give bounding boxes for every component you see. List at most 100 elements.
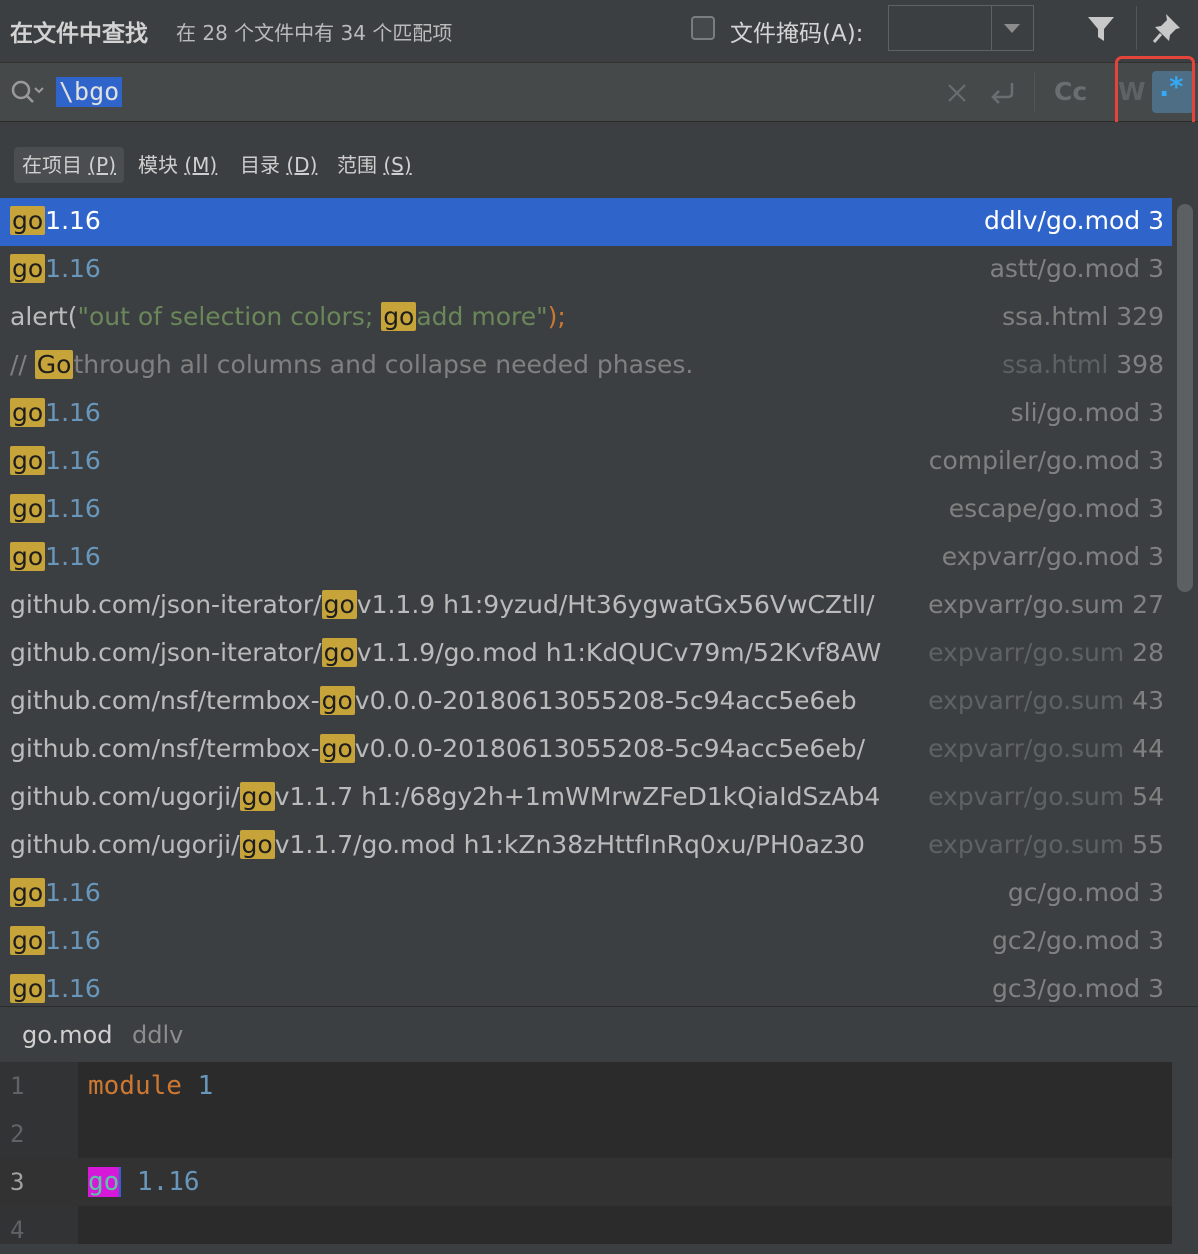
- clear-icon[interactable]: [946, 82, 968, 104]
- result-line-number: 55: [1124, 830, 1164, 859]
- result-suffix: v1.1.7 h1:/68gy2h+1mWMrwZFeD1kQiaIdSzAb4: [274, 782, 881, 811]
- result-prefix: alert(: [10, 302, 78, 331]
- pin-icon[interactable]: [1152, 12, 1182, 44]
- result-match: go: [239, 830, 275, 859]
- result-row[interactable]: github.com/nsf/termbox-gov0.0.0-20180613…: [0, 726, 1172, 774]
- result-suffix: 1.16: [45, 926, 101, 955]
- result-match: go: [321, 590, 357, 619]
- result-line-number: 3: [1140, 494, 1164, 523]
- result-file: expvarr/go.sum 28: [922, 638, 1164, 667]
- result-row[interactable]: go1.16 escape/go.mod 3: [0, 486, 1172, 534]
- result-line-text: github.com/nsf/termbox-gov0.0.0-20180613…: [10, 734, 910, 763]
- result-prefix: //: [10, 350, 35, 379]
- result-line-number: 27: [1124, 590, 1164, 619]
- result-file: expvarr/go.sum 55: [922, 830, 1164, 859]
- result-suffix: add more");: [416, 302, 566, 331]
- result-file: escape/go.mod 3: [942, 494, 1164, 523]
- result-file-name: sli/go.mod: [1010, 398, 1141, 427]
- scope-bar: 在项目 (P) 模块 (M) 目录 (D) 范围 (S): [0, 122, 1198, 198]
- result-prefix: github.com/nsf/termbox-: [10, 734, 320, 763]
- result-line-text: github.com/nsf/termbox-gov0.0.0-20180613…: [10, 686, 910, 715]
- scope-module[interactable]: 模块 (M): [138, 147, 217, 183]
- result-row[interactable]: go1.16 astt/go.mod 3: [0, 246, 1172, 294]
- match-case-button[interactable]: Cc: [1054, 77, 1087, 106]
- result-suffix: 1.16: [45, 542, 101, 571]
- result-file: ssa.html 398: [996, 350, 1164, 379]
- result-match: go: [239, 782, 275, 811]
- line-number: 1: [10, 1072, 25, 1100]
- result-line-number: 3: [1140, 254, 1164, 283]
- result-file-name: expvarr/go.mod: [941, 542, 1141, 571]
- result-row[interactable]: go1.16 expvarr/go.mod 3: [0, 534, 1172, 582]
- result-row[interactable]: alert("out of selection colors; goadd mo…: [0, 294, 1172, 342]
- result-file-name: gc3/go.mod: [992, 974, 1141, 1003]
- result-file-name: expvarr/go.sum: [928, 638, 1125, 667]
- result-row[interactable]: github.com/ugorji/gov1.1.7/go.mod h1:kZn…: [0, 822, 1172, 870]
- result-prefix: github.com/ugorji/: [10, 782, 240, 811]
- newline-icon[interactable]: [988, 80, 1016, 106]
- result-file-name: astt/go.mod: [989, 254, 1141, 283]
- result-file-name: ssa.html: [1002, 302, 1109, 331]
- preview-dir-name: ddlv: [132, 1021, 184, 1049]
- scope-project[interactable]: 在项目 (P): [14, 147, 125, 183]
- result-row[interactable]: github.com/json-iterator/gov1.1.9/go.mod…: [0, 630, 1172, 678]
- result-match: Go: [34, 350, 74, 379]
- result-row[interactable]: github.com/json-iterator/gov1.1.9 h1:9yz…: [0, 582, 1172, 630]
- result-prefix: github.com/ugorji/: [10, 830, 240, 859]
- result-row[interactable]: // Gothrough all columns and collapse ne…: [0, 342, 1172, 390]
- result-line-number: 43: [1124, 686, 1164, 715]
- result-match: go: [10, 926, 46, 955]
- result-line-number: 398: [1108, 350, 1164, 379]
- scope-directory[interactable]: 目录 (D): [240, 147, 317, 183]
- search-history-icon[interactable]: [10, 79, 46, 105]
- result-suffix: 1.16: [45, 878, 101, 907]
- result-suffix: 1.16: [45, 446, 101, 475]
- result-file-name: expvarr/go.sum: [928, 590, 1125, 619]
- result-row[interactable]: go1.16 gc/go.mod 3: [0, 870, 1172, 918]
- result-file: gc2/go.mod 3: [986, 926, 1164, 955]
- result-row[interactable]: go1.16 ddlv/go.mod 3: [0, 198, 1172, 246]
- result-line-number: 329: [1108, 302, 1164, 331]
- results-scrollbar[interactable]: [1177, 204, 1193, 592]
- result-row[interactable]: go1.16 sli/go.mod 3: [0, 390, 1172, 438]
- file-mask-dropdown[interactable]: [888, 5, 1034, 51]
- scope-scope[interactable]: 范围 (S): [337, 147, 412, 183]
- result-match: go: [10, 254, 46, 283]
- search-input[interactable]: \bgo: [56, 77, 123, 107]
- result-file: ssa.html 329: [996, 302, 1164, 331]
- result-file: expvarr/go.sum 43: [922, 686, 1164, 715]
- result-file: expvarr/go.mod 3: [935, 542, 1164, 571]
- result-suffix: 1.16: [45, 206, 101, 235]
- code-line: module 1: [88, 1071, 214, 1101]
- result-line-number: 44: [1124, 734, 1164, 763]
- result-match: go: [381, 302, 417, 331]
- result-prefix: github.com/nsf/termbox-: [10, 686, 320, 715]
- result-file-name: expvarr/go.sum: [928, 734, 1125, 763]
- result-file: ddlv/go.mod 3: [978, 206, 1164, 235]
- result-match: go: [10, 542, 46, 571]
- result-match: go: [10, 878, 46, 907]
- preview-editor[interactable]: 1 2 3 4 module 1 go 1.16: [0, 1062, 1172, 1244]
- result-prefix: github.com/json-iterator/: [10, 590, 322, 619]
- result-match: go: [10, 206, 46, 235]
- result-line-text: github.com/ugorji/gov1.1.7/go.mod h1:kZn…: [10, 830, 910, 859]
- preview-file-name: go.mod: [22, 1021, 113, 1049]
- result-row[interactable]: go1.16 gc3/go.mod 3: [0, 966, 1172, 1006]
- result-row[interactable]: go1.16 gc2/go.mod 3: [0, 918, 1172, 966]
- result-line-number: 3: [1140, 974, 1164, 1003]
- result-line-number: 3: [1140, 542, 1164, 571]
- result-row[interactable]: github.com/nsf/termbox-gov0.0.0-20180613…: [0, 678, 1172, 726]
- result-file-name: expvarr/go.sum: [928, 830, 1125, 859]
- code-line: go 1.16: [88, 1167, 200, 1197]
- result-line-text: github.com/json-iterator/gov1.1.9 h1:9yz…: [10, 590, 910, 619]
- result-line-text: go1.16: [10, 254, 910, 283]
- file-mask-checkbox[interactable]: [691, 16, 715, 40]
- filter-icon[interactable]: [1086, 14, 1116, 44]
- result-line-text: go1.16: [10, 446, 910, 475]
- result-row[interactable]: github.com/ugorji/gov1.1.7 h1:/68gy2h+1m…: [0, 774, 1172, 822]
- result-line-number: 3: [1140, 206, 1164, 235]
- result-file-name: compiler/go.mod: [928, 446, 1141, 475]
- result-file: gc3/go.mod 3: [986, 974, 1164, 1003]
- dialog-title: 在文件中查找: [10, 21, 148, 47]
- result-row[interactable]: go1.16 compiler/go.mod 3: [0, 438, 1172, 486]
